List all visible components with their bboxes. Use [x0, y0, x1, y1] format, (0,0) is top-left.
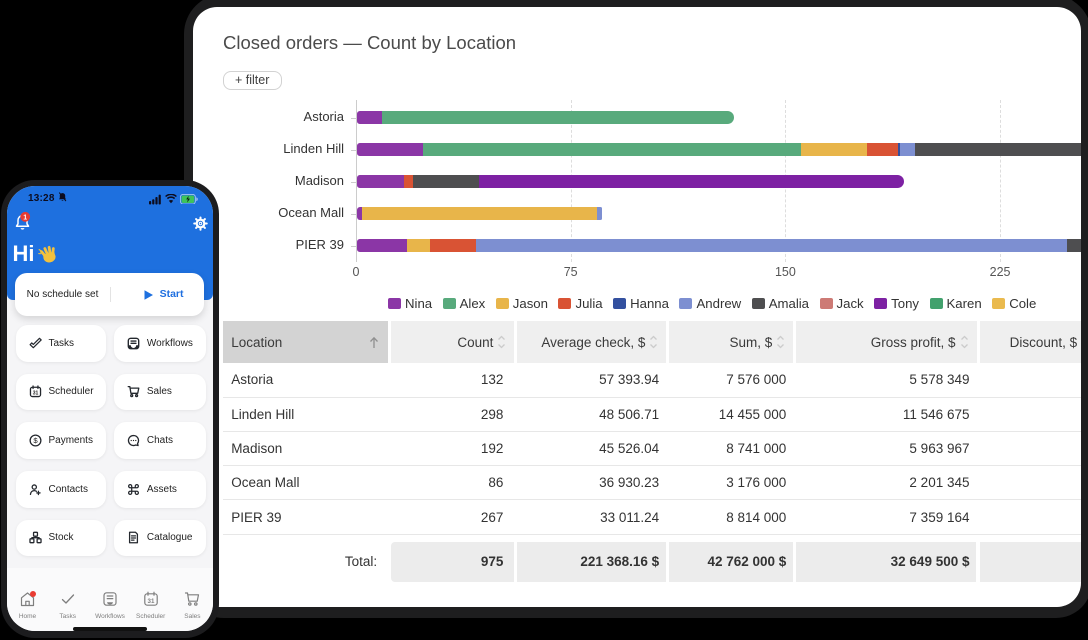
svg-text:$: $ [33, 436, 38, 445]
svg-text:31: 31 [32, 391, 38, 397]
svg-text:31: 31 [147, 598, 154, 605]
svg-text:1: 1 [23, 214, 27, 221]
